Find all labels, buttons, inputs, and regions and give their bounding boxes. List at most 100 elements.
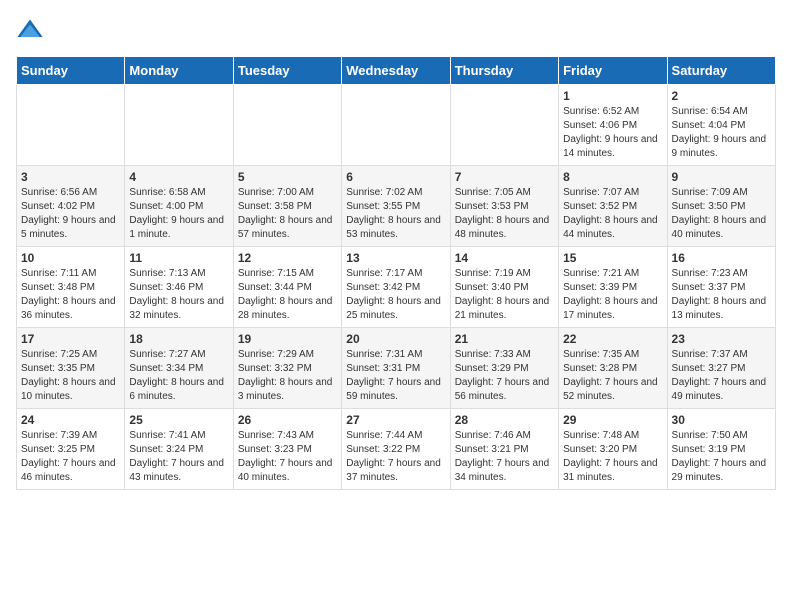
calendar-cell: 25 Sunrise: 7:41 AM Sunset: 3:24 PM Dayli… <box>125 409 233 490</box>
day-info: Sunrise: 7:07 AM Sunset: 3:52 PM Dayligh… <box>563 186 662 242</box>
day-info: Sunrise: 6:54 AM Sunset: 4:04 PM Dayligh… <box>672 105 771 161</box>
calendar-header-friday: Friday <box>559 57 667 85</box>
calendar-cell: 19Sunrise: 7:29 AM Sunset: 3:32 PM Dayli… <box>233 328 341 409</box>
day-number: 10 <box>21 251 120 265</box>
day-info: Sunrise: 7:33 AM Sunset: 3:29 PM Dayligh… <box>455 348 554 404</box>
calendar-cell: 17 Sunrise: 7:25 AM Sunset: 3:35 PM Dayli… <box>17 328 125 409</box>
day-number: 4 <box>129 170 228 184</box>
calendar-cell: 9 Sunrise: 7:09 AM Sunset: 3:50 PM Daylig… <box>667 166 775 247</box>
day-number: 17 <box>21 332 120 346</box>
calendar-header-tuesday: Tuesday <box>233 57 341 85</box>
day-info: Sunrise: 7:41 AM Sunset: 3:24 PM Dayligh… <box>129 429 228 485</box>
day-number: 5 <box>238 170 337 184</box>
calendar-cell: 8 Sunrise: 7:07 AM Sunset: 3:52 PM Daylig… <box>559 166 667 247</box>
calendar-cell <box>17 85 125 166</box>
day-info: Sunrise: 7:15 AM Sunset: 3:44 PM Dayligh… <box>238 267 337 323</box>
day-info: Sunrise: 7:43 AM Sunset: 3:23 PM Dayligh… <box>238 429 337 485</box>
day-number: 28 <box>455 413 554 427</box>
day-info: Sunrise: 7:50 AM Sunset: 3:19 PM Dayligh… <box>672 429 771 485</box>
day-info: Sunrise: 7:02 AM Sunset: 3:55 PM Dayligh… <box>346 186 445 242</box>
calendar-week-row: 1 Sunrise: 6:52 AM Sunset: 4:06 PM Daylig… <box>17 85 776 166</box>
day-info: Sunrise: 7:17 AM Sunset: 3:42 PM Dayligh… <box>346 267 445 323</box>
day-number: 18 <box>129 332 228 346</box>
day-number: 30 <box>672 413 771 427</box>
calendar-cell: 11 Sunrise: 7:13 AM Sunset: 3:46 PM Dayli… <box>125 247 233 328</box>
calendar-cell: 2 Sunrise: 6:54 AM Sunset: 4:04 PM Daylig… <box>667 85 775 166</box>
day-info: Sunrise: 7:21 AM Sunset: 3:39 PM Dayligh… <box>563 267 662 323</box>
calendar-cell: 24 Sunrise: 7:39 AM Sunset: 3:25 PM Dayli… <box>17 409 125 490</box>
calendar-cell <box>342 85 450 166</box>
day-number: 22 <box>563 332 662 346</box>
day-number: 7 <box>455 170 554 184</box>
calendar-cell: 1 Sunrise: 6:52 AM Sunset: 4:06 PM Daylig… <box>559 85 667 166</box>
calendar-header-wednesday: Wednesday <box>342 57 450 85</box>
calendar-cell: 3 Sunrise: 6:56 AM Sunset: 4:02 PM Daylig… <box>17 166 125 247</box>
day-info: Sunrise: 7:35 AM Sunset: 3:28 PM Dayligh… <box>563 348 662 404</box>
day-info: Sunrise: 7:39 AM Sunset: 3:25 PM Dayligh… <box>21 429 120 485</box>
day-info: Sunrise: 7:13 AM Sunset: 3:46 PM Dayligh… <box>129 267 228 323</box>
day-info: Sunrise: 7:00 AM Sunset: 3:58 PM Dayligh… <box>238 186 337 242</box>
day-info: Sunrise: 7:48 AM Sunset: 3:20 PM Dayligh… <box>563 429 662 485</box>
day-info: Sunrise: 7:05 AM Sunset: 3:53 PM Dayligh… <box>455 186 554 242</box>
calendar-cell: 10 Sunrise: 7:11 AM Sunset: 3:48 PM Dayli… <box>17 247 125 328</box>
calendar-header-monday: Monday <box>125 57 233 85</box>
calendar-cell: 13 Sunrise: 7:17 AM Sunset: 3:42 PM Dayli… <box>342 247 450 328</box>
day-info: Sunrise: 7:11 AM Sunset: 3:48 PM Dayligh… <box>21 267 120 323</box>
day-number: 14 <box>455 251 554 265</box>
day-info: Sunrise: 7:19 AM Sunset: 3:40 PM Dayligh… <box>455 267 554 323</box>
calendar-week-row: 24 Sunrise: 7:39 AM Sunset: 3:25 PM Dayli… <box>17 409 776 490</box>
day-number: 13 <box>346 251 445 265</box>
day-number: 25 <box>129 413 228 427</box>
page-header <box>16 16 776 44</box>
calendar-cell: 22 Sunrise: 7:35 AM Sunset: 3:28 PM Dayli… <box>559 328 667 409</box>
day-info: Sunrise: 7:37 AM Sunset: 3:27 PM Dayligh… <box>672 348 771 404</box>
calendar-week-row: 17 Sunrise: 7:25 AM Sunset: 3:35 PM Dayli… <box>17 328 776 409</box>
day-number: 12 <box>238 251 337 265</box>
day-info: Sunrise: 7:31 AM Sunset: 3:31 PM Dayligh… <box>346 348 445 404</box>
day-number: 24 <box>21 413 120 427</box>
calendar-cell: 16Sunrise: 7:23 AM Sunset: 3:37 PM Dayli… <box>667 247 775 328</box>
day-info: Sunrise: 6:58 AM Sunset: 4:00 PM Dayligh… <box>129 186 228 242</box>
day-number: 9 <box>672 170 771 184</box>
day-info: Sunrise: 7:25 AM Sunset: 3:35 PM Dayligh… <box>21 348 120 404</box>
day-info: Sunrise: 6:56 AM Sunset: 4:02 PM Dayligh… <box>21 186 120 242</box>
calendar-header-row: SundayMondayTuesdayWednesdayThursdayFrid… <box>17 57 776 85</box>
calendar-table: SundayMondayTuesdayWednesdayThursdayFrid… <box>16 56 776 490</box>
calendar-cell: 5 Sunrise: 7:00 AM Sunset: 3:58 PM Daylig… <box>233 166 341 247</box>
day-number: 2 <box>672 89 771 103</box>
calendar-cell: 7 Sunrise: 7:05 AM Sunset: 3:53 PM Daylig… <box>450 166 558 247</box>
day-number: 19 <box>238 332 337 346</box>
calendar-cell: 23 Sunrise: 7:37 AM Sunset: 3:27 PM Dayli… <box>667 328 775 409</box>
calendar-header-thursday: Thursday <box>450 57 558 85</box>
day-number: 3 <box>21 170 120 184</box>
day-info: Sunrise: 7:23 AM Sunset: 3:37 PM Dayligh… <box>672 267 771 323</box>
calendar-cell <box>125 85 233 166</box>
calendar-cell: 29 Sunrise: 7:48 AM Sunset: 3:20 PM Dayli… <box>559 409 667 490</box>
logo-icon <box>16 16 44 44</box>
calendar-cell: 20 Sunrise: 7:31 AM Sunset: 3:31 PM Dayli… <box>342 328 450 409</box>
calendar-cell: 27Sunrise: 7:44 AM Sunset: 3:22 PM Dayli… <box>342 409 450 490</box>
day-number: 6 <box>346 170 445 184</box>
day-info: Sunrise: 7:09 AM Sunset: 3:50 PM Dayligh… <box>672 186 771 242</box>
calendar-cell <box>233 85 341 166</box>
day-number: 27 <box>346 413 445 427</box>
calendar-cell: 28 Sunrise: 7:46 AM Sunset: 3:21 PM Dayli… <box>450 409 558 490</box>
day-number: 15 <box>563 251 662 265</box>
calendar-cell: 18Sunrise: 7:27 AM Sunset: 3:34 PM Dayli… <box>125 328 233 409</box>
calendar-cell: 30 Sunrise: 7:50 AM Sunset: 3:19 PM Dayli… <box>667 409 775 490</box>
day-number: 11 <box>129 251 228 265</box>
day-number: 20 <box>346 332 445 346</box>
day-number: 21 <box>455 332 554 346</box>
day-info: Sunrise: 6:52 AM Sunset: 4:06 PM Dayligh… <box>563 105 662 161</box>
calendar-cell: 14 Sunrise: 7:19 AM Sunset: 3:40 PM Dayli… <box>450 247 558 328</box>
logo <box>16 16 48 44</box>
day-number: 23 <box>672 332 771 346</box>
day-number: 29 <box>563 413 662 427</box>
calendar-header-sunday: Sunday <box>17 57 125 85</box>
day-number: 1 <box>563 89 662 103</box>
day-number: 26 <box>238 413 337 427</box>
calendar-cell: 4 Sunrise: 6:58 AM Sunset: 4:00 PM Daylig… <box>125 166 233 247</box>
day-info: Sunrise: 7:46 AM Sunset: 3:21 PM Dayligh… <box>455 429 554 485</box>
day-number: 8 <box>563 170 662 184</box>
calendar-week-row: 10 Sunrise: 7:11 AM Sunset: 3:48 PM Dayli… <box>17 247 776 328</box>
